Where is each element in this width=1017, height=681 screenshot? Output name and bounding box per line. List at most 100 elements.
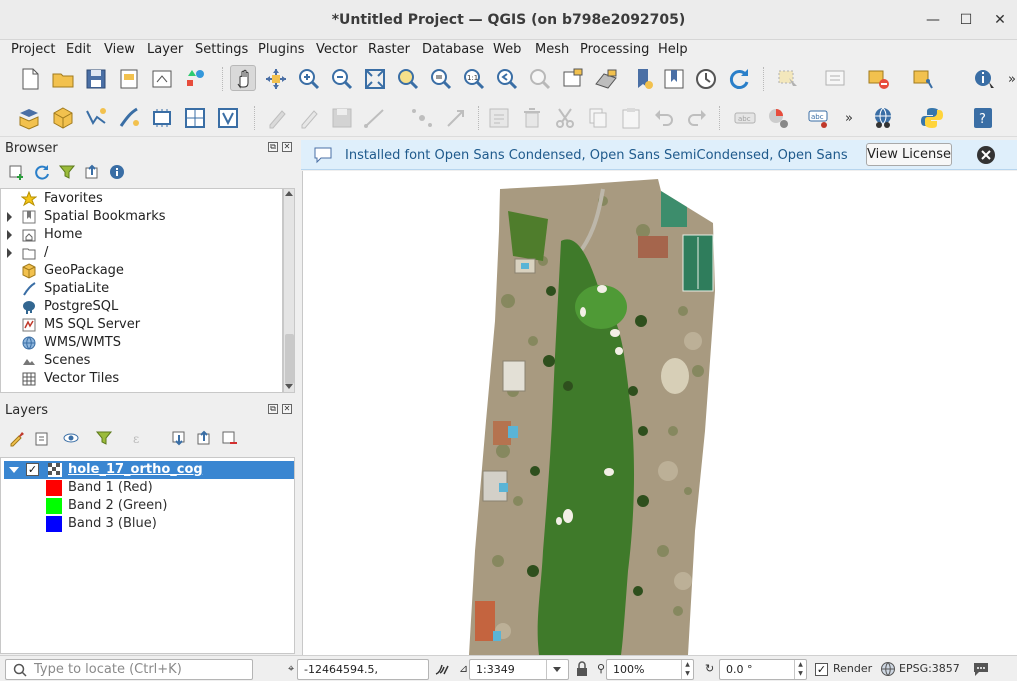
browser-float-button[interactable]: ⧉ (268, 142, 278, 152)
layout-manager-icon[interactable] (149, 66, 175, 92)
browser-filter-icon[interactable] (58, 163, 76, 181)
redo-icon[interactable] (684, 105, 710, 131)
browser-item-spatialite[interactable]: SpatiaLite (1, 280, 282, 298)
browser-item-root[interactable]: / (1, 244, 282, 262)
zoom-out-icon[interactable] (329, 66, 355, 92)
menu-database[interactable]: Database (422, 42, 484, 57)
crs-label[interactable]: EPSG:3857 (899, 662, 960, 675)
render-checkbox[interactable]: ✓ (815, 663, 828, 676)
modify-attributes-icon[interactable] (486, 105, 512, 131)
menu-layer[interactable]: Layer (147, 42, 183, 57)
save-project-icon[interactable] (83, 66, 109, 92)
layer-row-selected[interactable]: ✓ hole_17_ortho_cog (4, 461, 294, 479)
paste-features-icon[interactable] (618, 105, 644, 131)
undo-icon[interactable] (651, 105, 677, 131)
map-canvas[interactable] (302, 171, 1017, 655)
move-feature-icon[interactable] (443, 105, 469, 131)
copy-features-icon[interactable] (585, 105, 611, 131)
layer-visibility-checkbox[interactable]: ✓ (26, 463, 39, 476)
digitize-icon[interactable] (362, 105, 388, 131)
scroll-down-arrow-icon[interactable] (285, 384, 293, 389)
temporal-controller-icon[interactable] (693, 66, 719, 92)
browser-tree[interactable]: Favorites Spatial Bookmarks Home / GeoPa… (0, 188, 283, 393)
toggle-extents-icon[interactable] (432, 660, 450, 678)
new-mesh-layer-icon[interactable] (215, 105, 241, 131)
menu-vector[interactable]: Vector (316, 42, 357, 57)
manage-map-themes-icon[interactable] (62, 429, 80, 447)
cut-features-icon[interactable] (552, 105, 578, 131)
delete-selected-icon[interactable] (519, 105, 545, 131)
browser-item-favorites[interactable]: Favorites (1, 190, 282, 208)
zoom-last-icon[interactable] (494, 66, 520, 92)
toggle-editing-icon[interactable] (296, 105, 322, 131)
messages-log-icon[interactable] (972, 661, 990, 677)
layer-styling-icon[interactable] (8, 429, 26, 447)
maximize-button[interactable]: ☐ (956, 10, 976, 30)
menu-raster[interactable]: Raster (368, 42, 410, 57)
refresh-icon[interactable] (726, 66, 752, 92)
expand-arrow-icon[interactable] (7, 248, 12, 258)
new-bookmark-icon[interactable] (631, 66, 657, 92)
menu-view[interactable]: View (104, 42, 135, 57)
close-window-button[interactable]: ✕ (990, 10, 1010, 30)
browser-item-scenes[interactable]: Scenes (1, 352, 282, 370)
browser-refresh-icon[interactable] (33, 163, 51, 181)
chevron-down-icon[interactable] (546, 660, 568, 679)
locator-search-input[interactable]: Type to locate (Ctrl+K) (5, 659, 253, 680)
zoom-to-layer-icon[interactable] (428, 66, 454, 92)
layers-float-button[interactable]: ⧉ (268, 404, 278, 414)
new-virtual-layer-icon[interactable] (182, 105, 208, 131)
close-message-icon[interactable] (976, 145, 996, 165)
menu-processing[interactable]: Processing (580, 42, 649, 57)
data-source-manager-icon[interactable] (16, 105, 42, 131)
zoom-next-icon[interactable] (527, 66, 553, 92)
new-shapefile-icon[interactable] (83, 105, 109, 131)
new-temporary-layer-icon[interactable] (149, 105, 175, 131)
lock-scale-icon[interactable] (575, 661, 589, 677)
scale-combobox[interactable]: 1:3349 (469, 659, 569, 680)
browser-item-postgresql[interactable]: PostgreSQL (1, 298, 282, 316)
remove-layer-icon[interactable] (220, 429, 238, 447)
filter-by-expression-icon[interactable]: ε (130, 429, 148, 447)
expand-arrow-icon[interactable] (7, 212, 12, 222)
add-shape-icon[interactable] (911, 66, 937, 92)
metasearch-icon[interactable] (870, 105, 896, 131)
menu-edit[interactable]: Edit (66, 42, 91, 57)
collapse-all-icon[interactable] (83, 163, 101, 181)
select-by-value-icon[interactable] (822, 66, 848, 92)
properties-info-icon[interactable] (108, 163, 126, 181)
menu-project[interactable]: Project (11, 42, 55, 57)
browser-item-home[interactable]: Home (1, 226, 282, 244)
menu-web[interactable]: Web (493, 42, 521, 57)
magnifier-spinbox[interactable]: 100% ▲ ▼ (606, 659, 694, 680)
toolbar-overflow-icon[interactable]: » (1001, 66, 1016, 92)
scroll-thumb[interactable] (285, 334, 294, 384)
collapse-arrow-icon[interactable] (9, 467, 19, 473)
zoom-to-selection-icon[interactable] (395, 66, 421, 92)
crs-globe-icon[interactable] (880, 661, 896, 677)
new-map-view-icon[interactable] (560, 66, 586, 92)
python-console-icon[interactable] (919, 105, 945, 131)
pan-to-selection-icon[interactable] (263, 66, 289, 92)
expand-arrow-icon[interactable] (7, 230, 12, 240)
menu-plugins[interactable]: Plugins (258, 42, 305, 57)
layer-name[interactable]: hole_17_ortho_cog (68, 462, 203, 477)
save-edits-icon[interactable] (329, 105, 355, 131)
help-icon[interactable]: ? (970, 105, 996, 131)
browser-item-wms[interactable]: WMS/WMTS (1, 334, 282, 352)
menu-help[interactable]: Help (658, 42, 688, 57)
spin-arrows-icon[interactable]: ▲ ▼ (681, 660, 693, 679)
new-3d-map-view-icon[interactable] (593, 66, 619, 92)
layer-diagram-icon[interactable] (765, 105, 791, 131)
pan-map-icon[interactable] (230, 65, 256, 91)
zoom-full-icon[interactable] (362, 66, 388, 92)
new-project-icon[interactable] (17, 66, 43, 92)
new-print-layout-icon[interactable] (116, 66, 142, 92)
label-toolbar-icon[interactable]: abc (806, 105, 832, 131)
menu-settings[interactable]: Settings (195, 42, 248, 57)
vertex-tool-icon[interactable] (409, 105, 435, 131)
layers-close-button[interactable]: ✕ (282, 404, 292, 414)
deselect-features-icon[interactable] (866, 66, 892, 92)
browser-close-button[interactable]: ✕ (282, 142, 292, 152)
new-spatialite-icon[interactable] (116, 105, 142, 131)
